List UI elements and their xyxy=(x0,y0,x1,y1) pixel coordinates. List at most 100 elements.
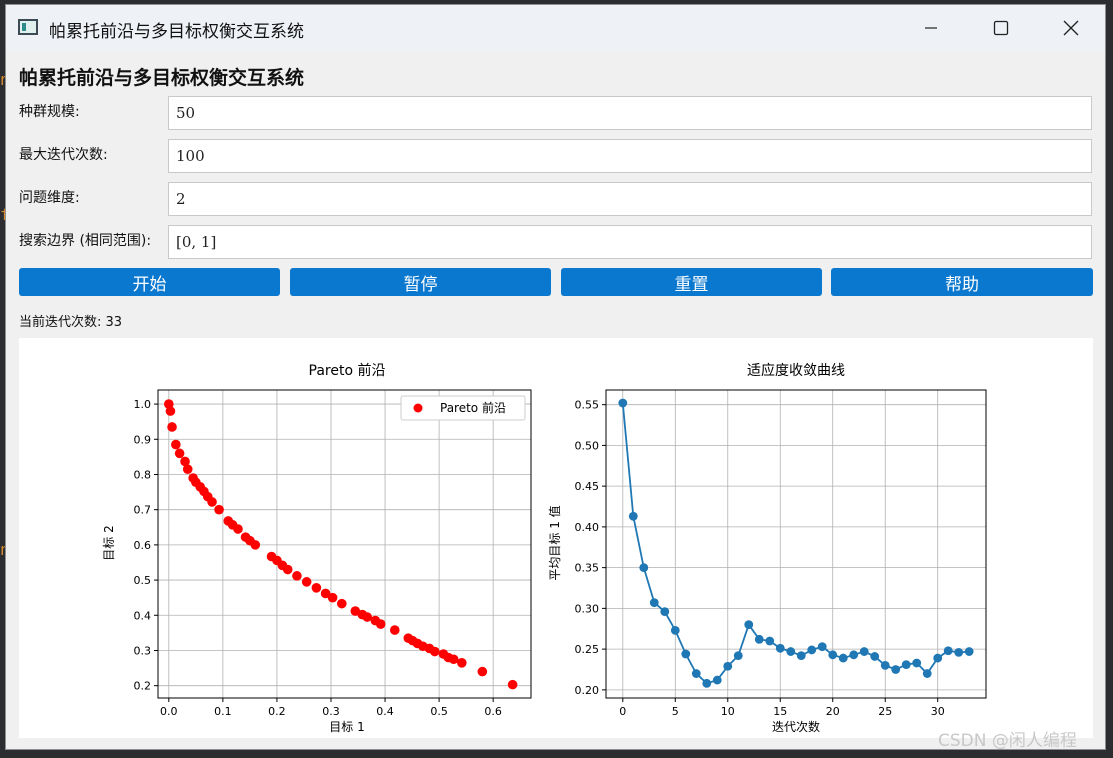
pareto-data-point xyxy=(477,666,488,677)
pareto-data-point xyxy=(457,658,467,668)
search-bounds-label: 搜索边界 (相同范围): xyxy=(19,233,152,249)
convergence-y-tick-label: 0.40 xyxy=(575,521,600,534)
convergence-data-point xyxy=(723,661,733,671)
title-bar: 帕累托前沿与多目标权衡交互系统 xyxy=(6,5,1105,51)
convergence-x-tick-label: 0 xyxy=(619,705,626,718)
pause-button[interactable]: 暂停 xyxy=(290,268,551,296)
pareto-data-point xyxy=(292,571,302,581)
convergence-ticks: 0 5 10 15 20 25 30 0.20 0.25 0.30 0.35 0.40 0.45 0.50… xyxy=(575,399,945,718)
convergence-data-point xyxy=(891,665,901,674)
start-button[interactable]: 开始 xyxy=(19,268,280,296)
minimize-button[interactable] xyxy=(896,5,966,51)
pareto-y-axis-label: 目标 2 xyxy=(102,525,116,560)
pareto-data-point xyxy=(214,504,224,515)
pareto-data-point xyxy=(282,564,293,575)
search-bounds-input[interactable]: [0, 1] xyxy=(168,225,1092,259)
convergence-data-point xyxy=(681,649,691,659)
pareto-y-tick-label: 0.5 xyxy=(134,574,152,587)
pareto-data-point xyxy=(182,464,193,474)
pareto-y-tick-label: 0.2 xyxy=(134,680,152,693)
pareto-x-axis-label: 目标 1 xyxy=(329,720,364,734)
plot-canvas: Pareto 前沿 目标 1 目标 2 0.0 0.1 0.2 0.3 0.4 0.5 0.… xyxy=(19,338,1093,738)
convergence-data-point xyxy=(639,563,649,573)
population-size-label: 种群规模: xyxy=(19,104,80,120)
reset-button[interactable]: 重置 xyxy=(561,268,822,296)
pareto-x-tick-label: 0.1 xyxy=(214,705,232,718)
pareto-ticks: 0.0 0.1 0.2 0.3 0.4 0.5 0.6 0.2 0.3 0.4 0.5 0.6 0.7 0… xyxy=(134,398,502,718)
pareto-grid xyxy=(158,390,531,698)
max-iterations-input[interactable]: 100 xyxy=(168,139,1092,173)
convergence-data-point xyxy=(933,653,943,663)
convergence-axes-frame xyxy=(605,389,987,699)
pareto-data-point xyxy=(233,524,243,534)
convergence-data-point xyxy=(702,678,712,688)
pareto-y-tick-label: 0.8 xyxy=(134,468,152,481)
convergence-x-tick-label: 5 xyxy=(672,705,679,718)
pareto-data-point xyxy=(207,497,217,507)
convergence-data-point xyxy=(901,660,911,669)
convergence-data-point xyxy=(618,398,628,408)
problem-dimension-input[interactable]: 2 xyxy=(168,182,1092,216)
pareto-y-tick-label: 0.9 xyxy=(134,433,152,446)
maximize-button[interactable] xyxy=(966,5,1036,51)
convergence-data-point xyxy=(775,643,785,653)
convergence-data-point xyxy=(964,647,974,656)
convergence-points xyxy=(618,398,974,688)
pareto-data-point xyxy=(250,540,261,550)
convergence-data-point xyxy=(870,652,880,661)
convergence-data-point xyxy=(796,651,806,661)
population-size-input[interactable]: 50 xyxy=(168,96,1092,130)
convergence-chart-title: 适应度收敛曲线 xyxy=(747,362,845,379)
pareto-data-point xyxy=(327,592,338,603)
convergence-data-point xyxy=(849,650,859,660)
convergence-y-tick-label: 0.50 xyxy=(575,439,600,452)
convergence-data-point xyxy=(922,669,932,678)
convergence-data-point xyxy=(628,511,638,521)
convergence-data-point xyxy=(660,607,670,617)
pareto-legend: Pareto 前沿 xyxy=(400,395,526,421)
pareto-x-tick-label: 0.2 xyxy=(268,705,286,718)
convergence-y-tick-label: 0.35 xyxy=(575,562,600,575)
pareto-points xyxy=(164,399,518,690)
page-title: 帕累托前沿与多目标权衡交互系统 xyxy=(19,67,305,89)
convergence-data-point xyxy=(912,658,922,668)
convergence-data-point xyxy=(943,646,953,656)
window-title: 帕累托前沿与多目标权衡交互系统 xyxy=(49,22,304,42)
max-iterations-label: 最大迭代次数: xyxy=(19,147,108,163)
pareto-data-point xyxy=(375,619,386,629)
convergence-data-point xyxy=(712,675,722,685)
minimize-icon xyxy=(925,27,937,29)
pareto-data-point xyxy=(165,406,176,416)
convergence-data-point xyxy=(670,625,680,635)
convergence-x-tick-label: 25 xyxy=(878,705,892,718)
convergence-data-point xyxy=(754,634,764,644)
convergence-data-point xyxy=(733,651,743,661)
pareto-y-tick-label: 0.7 xyxy=(134,504,152,517)
convergence-data-point xyxy=(859,647,869,656)
pareto-data-point xyxy=(174,448,185,459)
pareto-x-tick-label: 0.0 xyxy=(160,705,178,718)
pareto-legend-label: Pareto 前沿 xyxy=(440,400,506,415)
convergence-y-tick-label: 0.25 xyxy=(575,643,600,656)
pareto-data-point xyxy=(507,679,518,690)
pareto-legend-marker xyxy=(413,403,423,413)
convergence-y-tick-label: 0.55 xyxy=(575,399,600,412)
close-button[interactable] xyxy=(1036,5,1106,51)
app-window: 帕累托前沿与多目标权衡交互系统 帕累托前沿与多目标权衡交互系统 种群规模: 50… xyxy=(5,4,1106,750)
convergence-x-tick-label: 10 xyxy=(721,705,735,718)
convergence-x-axis-label: 迭代次数 xyxy=(772,719,820,734)
convergence-data-point xyxy=(807,645,817,655)
pareto-data-point xyxy=(171,439,181,450)
csdn-watermark: CSDN @闲人编程 xyxy=(938,731,1077,751)
problem-dimension-label: 问题维度: xyxy=(19,190,80,206)
convergence-chart: 适应度收敛曲线 迭代次数 平均目标 1 值 0 5 10 15 20 25 30 0.20 0.… xyxy=(547,362,987,734)
convergence-x-tick-label: 30 xyxy=(931,705,945,718)
pareto-x-tick-label: 0.6 xyxy=(484,705,502,718)
pareto-data-point xyxy=(311,583,322,593)
help-button[interactable]: 帮助 xyxy=(831,268,1093,296)
convergence-data-point xyxy=(954,647,964,657)
convergence-data-point xyxy=(765,636,775,646)
close-icon xyxy=(1063,20,1079,36)
app-icon xyxy=(18,19,38,35)
pareto-x-tick-label: 0.5 xyxy=(430,705,448,718)
